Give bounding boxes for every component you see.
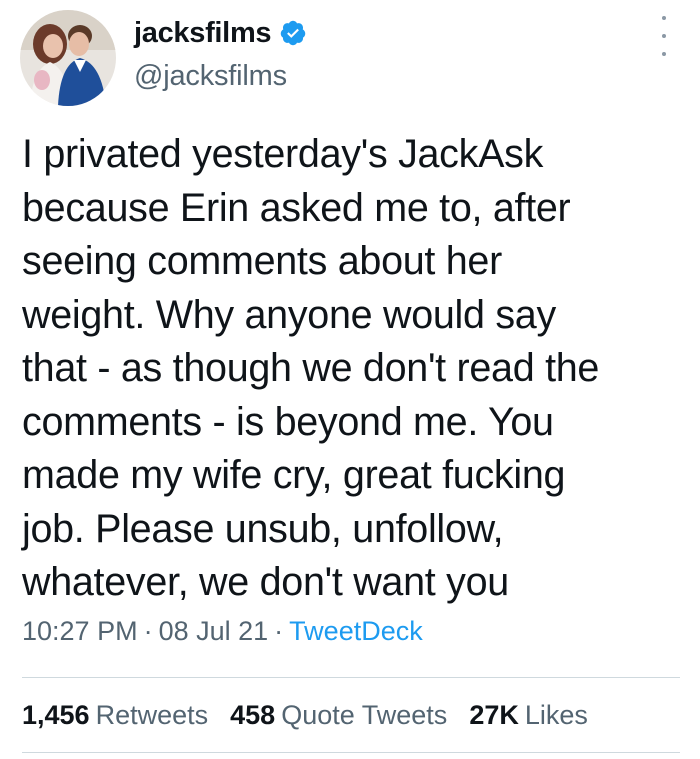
- divider: [22, 752, 680, 753]
- tweet-line: I privated yesterday's JackAsk: [22, 132, 544, 176]
- tweet-meta: 10:27 PM · 08 Jul 21 · TweetDeck: [22, 616, 423, 647]
- display-name[interactable]: jacksfilms: [134, 17, 272, 50]
- dot: [662, 34, 666, 38]
- profile-photo-icon: [20, 10, 116, 106]
- author-block: jacksfilms @jacksfilms: [134, 12, 307, 93]
- quote-tweets-stat[interactable]: 458 Quote Tweets: [230, 700, 447, 731]
- divider: [22, 677, 680, 678]
- tweet-date[interactable]: 08 Jul 21: [159, 616, 269, 646]
- retweets-count: 1,456: [22, 700, 90, 730]
- more-options-icon[interactable]: [656, 16, 672, 56]
- tweet-card: jacksfilms @jacksfilms I privated yester…: [0, 0, 700, 759]
- tweet-line: because Erin asked me to, after: [22, 185, 571, 230]
- handle[interactable]: @jacksfilms: [134, 60, 307, 93]
- tweet-time[interactable]: 10:27 PM: [22, 616, 138, 646]
- name-row: jacksfilms: [134, 12, 307, 54]
- verified-badge-icon: [279, 19, 307, 47]
- dot: [662, 52, 666, 56]
- tweet-line: made my wife cry, great fucking: [22, 453, 566, 497]
- separator: ·: [143, 616, 153, 646]
- tweet-line: whatever, we don't want you: [22, 560, 509, 604]
- engagement-stats: 1,456 Retweets 458 Quote Tweets 27K Likes: [22, 700, 610, 731]
- dot: [662, 16, 666, 20]
- separator: ·: [274, 616, 284, 646]
- tweet-source-link[interactable]: TweetDeck: [289, 616, 423, 646]
- likes-stat[interactable]: 27K Likes: [469, 700, 588, 731]
- tweet-line: weight. Why anyone would say: [22, 292, 556, 337]
- tweet-line: job. Please unsub, unfollow,: [22, 506, 504, 551]
- avatar[interactable]: [20, 10, 116, 106]
- retweets-label: Retweets: [95, 700, 209, 730]
- quote-tweets-label: Quote Tweets: [281, 700, 448, 730]
- quote-tweets-count: 458: [230, 700, 276, 730]
- tweet-line: seeing comments about her: [22, 239, 502, 283]
- retweets-stat[interactable]: 1,456 Retweets: [22, 700, 208, 731]
- likes-label: Likes: [524, 700, 588, 730]
- tweet-line: comments - is beyond me. You: [22, 399, 554, 444]
- tweet-line: that - as though we don't read the: [22, 346, 600, 390]
- likes-count: 27K: [469, 700, 519, 730]
- tweet-text: I privated yesterday's JackAsk because E…: [22, 128, 682, 610]
